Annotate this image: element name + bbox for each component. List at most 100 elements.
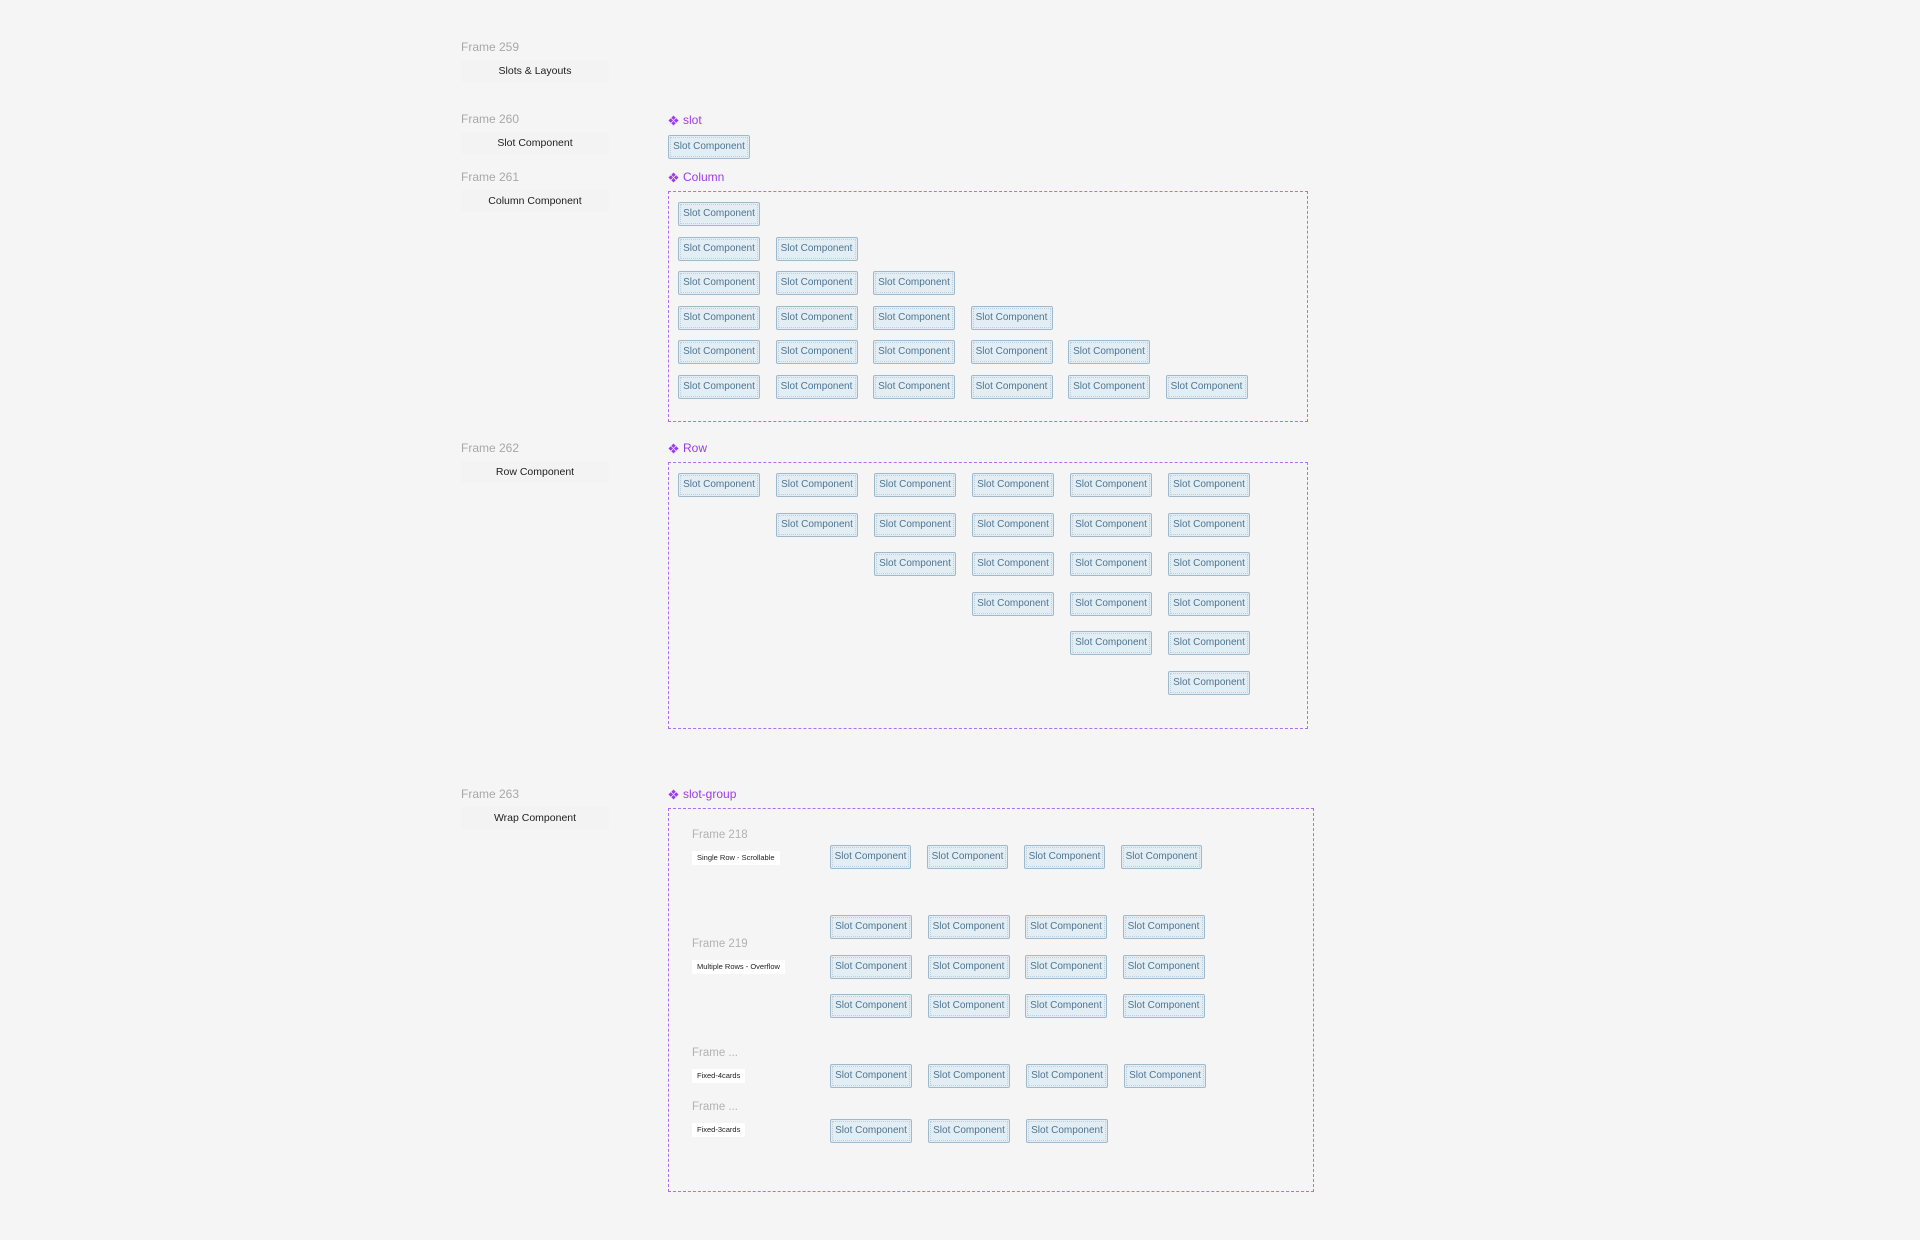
frame-218-label[interactable]: Frame 218 xyxy=(692,829,748,841)
column-component-title[interactable]: Column xyxy=(668,170,724,184)
slot-component[interactable]: Slot Component xyxy=(1025,954,1107,979)
slot-component[interactable]: Slot Component xyxy=(972,473,1054,497)
slot-group-component-title-text: slot-group xyxy=(683,787,737,801)
slot-component[interactable]: Slot Component xyxy=(830,954,912,979)
fixed-3-cards-slots: Slot Component Slot Component Slot Compone… xyxy=(830,1119,1108,1143)
slot-component[interactable]: Slot Component xyxy=(1165,374,1248,399)
frame-261-title: Column Component xyxy=(461,190,609,212)
component-icon xyxy=(668,788,679,800)
slot-component-title[interactable]: slot xyxy=(668,113,702,127)
slot-component[interactable]: Slot Component xyxy=(1070,512,1152,537)
slot-component[interactable]: Slot Component xyxy=(873,340,955,364)
frame-262-title: Row Component xyxy=(461,461,609,483)
slot-component[interactable]: Slot Component xyxy=(830,915,912,939)
frame-263-label[interactable]: Frame 263 xyxy=(461,787,519,801)
slot-component[interactable]: Slot Component xyxy=(927,994,1010,1018)
slot-component[interactable]: Slot Component xyxy=(927,954,1010,979)
slot-component[interactable]: Slot Component xyxy=(1124,1064,1206,1088)
slot-component[interactable]: Slot Component xyxy=(970,340,1053,364)
slot-component[interactable]: Slot Component xyxy=(1025,915,1107,939)
slot-component[interactable]: Slot Component xyxy=(1168,552,1250,576)
frame-fixed-3-title: Fixed-3cards xyxy=(692,1123,746,1137)
slot-component[interactable]: Slot Component xyxy=(830,845,911,869)
slot-component[interactable]: Slot Component xyxy=(775,271,858,295)
frame-263-title: Wrap Component xyxy=(461,807,609,829)
slot-component[interactable]: Slot Component xyxy=(1168,670,1250,695)
slot-component[interactable]: Slot Component xyxy=(1168,631,1250,655)
slot-component[interactable]: Slot Component xyxy=(830,994,912,1018)
slot-component[interactable]: Slot Component xyxy=(1168,512,1250,537)
slot-component[interactable]: Slot Component xyxy=(1026,1119,1108,1143)
slot-component[interactable]: Slot Component xyxy=(874,512,956,537)
slot-component[interactable]: Slot Component xyxy=(928,1119,1010,1143)
frame-261-label[interactable]: Frame 261 xyxy=(461,170,519,184)
slot-component[interactable]: Slot Component xyxy=(1121,845,1202,869)
slot-component[interactable]: Slot Component xyxy=(830,1119,912,1143)
frame-218-title: Single Row - Scrollable xyxy=(692,851,780,865)
slot-component[interactable]: Slot Component xyxy=(678,202,760,226)
slot-group-component-title[interactable]: slot-group xyxy=(668,787,736,801)
component-icon xyxy=(668,171,679,183)
slot-component[interactable]: Slot Component xyxy=(830,1064,912,1088)
component-icon xyxy=(668,114,679,126)
frame-259-label[interactable]: Frame 259 xyxy=(461,40,519,54)
slot-component[interactable]: Slot Component xyxy=(1122,915,1205,939)
slot-component[interactable]: Slot Component xyxy=(1070,631,1152,655)
slot-component[interactable]: Slot Component xyxy=(1024,845,1105,869)
slot-component[interactable]: Slot Component xyxy=(927,845,1008,869)
slot-component[interactable]: Slot Component xyxy=(678,473,760,497)
slot-component[interactable]: Slot Component xyxy=(1070,591,1152,616)
frame-260-title: Slot Component xyxy=(461,132,609,154)
slot-component[interactable]: Slot Component xyxy=(928,1064,1010,1088)
frame-262-label[interactable]: Frame 262 xyxy=(461,441,519,455)
column-component-title-text: Column xyxy=(683,170,725,184)
slot-component[interactable]: Slot Component xyxy=(678,236,760,261)
frame-260-label[interactable]: Frame 260 xyxy=(461,112,519,126)
slot-component[interactable]: Slot Component xyxy=(775,340,858,364)
slot-component[interactable]: Slot Component xyxy=(1068,340,1150,364)
frame-219-label[interactable]: Frame 219 xyxy=(692,938,748,950)
slot-component[interactable]: Slot Component xyxy=(970,374,1053,399)
frame-259-title: Slots & Layouts xyxy=(461,60,609,82)
slot-component[interactable]: Slot Component xyxy=(873,271,955,295)
slot-component[interactable]: Slot Component xyxy=(972,512,1054,537)
slot-component[interactable]: Slot Component xyxy=(678,374,760,399)
slot-component[interactable]: Slot Component xyxy=(678,305,760,330)
slot-component[interactable]: Slot Component xyxy=(1070,552,1152,576)
slot-component[interactable]: Slot Component xyxy=(972,591,1054,616)
slot-component[interactable]: Slot Component xyxy=(927,915,1010,939)
slot-component[interactable]: Slot Component xyxy=(776,473,858,497)
slot-component[interactable]: Slot Component xyxy=(1168,591,1250,616)
frame-fixed-3-label[interactable]: Frame ... xyxy=(692,1101,738,1113)
frame-fixed-4-title: Fixed-4cards xyxy=(692,1069,746,1083)
slot-component[interactable]: Slot Component xyxy=(874,473,956,497)
slot-component[interactable]: Slot Component xyxy=(970,305,1053,330)
component-icon xyxy=(668,442,679,454)
slot-component[interactable]: Slot Component xyxy=(1122,954,1205,979)
slot-component[interactable]: Slot Component xyxy=(678,340,760,364)
frame-fixed-4-label[interactable]: Frame ... xyxy=(692,1047,738,1059)
slot-component[interactable]: Slot Component xyxy=(775,236,858,261)
fixed-4-cards-slots: Slot Component Slot Component Slot Compone… xyxy=(830,1064,1206,1088)
slot-component[interactable]: Slot Component xyxy=(1025,994,1107,1018)
slot-component[interactable]: Slot Component xyxy=(668,135,750,159)
slot-component[interactable]: Slot Component xyxy=(873,374,955,399)
slot-component[interactable]: Slot Component xyxy=(873,305,955,330)
slot-component[interactable]: Slot Component xyxy=(1168,473,1250,497)
row-component-title[interactable]: Row xyxy=(668,441,707,455)
slot-component[interactable]: Slot Component xyxy=(1122,994,1205,1018)
row-component-title-text: Row xyxy=(683,441,708,455)
slot-component[interactable]: Slot Component xyxy=(678,271,760,295)
slot-component[interactable]: Slot Component xyxy=(1068,374,1150,399)
slot-component-title-text: slot xyxy=(683,113,702,127)
slot-component[interactable]: Slot Component xyxy=(775,374,858,399)
single-row-slots: Slot Component Slot Component Slot Compone… xyxy=(830,845,1202,869)
slot-component[interactable]: Slot Component xyxy=(874,552,956,576)
slot-component[interactable]: Slot Component xyxy=(776,512,858,537)
single-row-scroll-container[interactable]: Slot Component Slot Component Slot Compone… xyxy=(830,845,1202,871)
slot-component[interactable]: Slot Component xyxy=(1070,473,1152,497)
frame-219-title: Multiple Rows - Overflow xyxy=(692,960,785,974)
slot-component[interactable]: Slot Component xyxy=(972,552,1054,576)
slot-component[interactable]: Slot Component xyxy=(775,305,858,330)
slot-component[interactable]: Slot Component xyxy=(1026,1064,1108,1088)
